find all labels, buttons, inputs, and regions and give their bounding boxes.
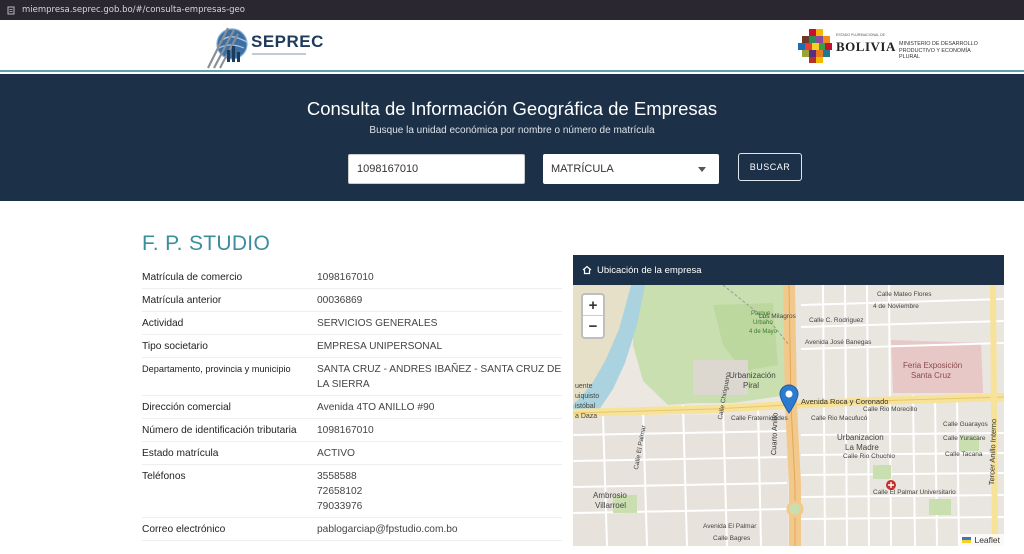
- info-value: 1098167010: [317, 272, 374, 283]
- map-label: Calle Rio Macufucó: [811, 415, 868, 422]
- info-label: Matrícula anterior: [142, 295, 222, 306]
- info-label: Departamento, provincia y municipio: [142, 364, 291, 374]
- map-label: Calle Mateo Flores: [877, 291, 932, 298]
- info-value: ACTIVO: [317, 448, 355, 459]
- bolivia-logo[interactable]: ESTADO PLURINACIONAL DE BOLIVIA MINISTER…: [798, 29, 984, 63]
- map-tiles: [573, 285, 1004, 546]
- info-value: 00036869: [317, 295, 363, 306]
- map-label: Avenida Roca y Coronado: [801, 397, 889, 406]
- search-button[interactable]: BUSCAR: [738, 153, 802, 181]
- map-label: uiquisto: [575, 393, 600, 400]
- seprec-emblem-icon: [207, 27, 248, 69]
- search-type-select[interactable]: MATRÍCULA: [543, 154, 719, 184]
- map-label: Calle Tacana: [945, 451, 983, 458]
- page-icon: [6, 5, 16, 15]
- company-info-table: Matrícula de comercio 1098167010 Matrícu…: [142, 266, 562, 541]
- map-label: Feria Exposición: [903, 361, 963, 370]
- map-label: Urbanización: [729, 371, 776, 380]
- info-value: 3558588 72658102 79033976: [317, 471, 363, 512]
- seprec-logo-underline: [252, 53, 306, 55]
- map-title: Ubicación de la empresa: [597, 264, 702, 276]
- ukraine-flag-icon: [962, 537, 972, 543]
- search-input[interactable]: [348, 154, 525, 184]
- zoom-in-button[interactable]: +: [583, 295, 603, 316]
- info-row: Estado matrícula ACTIVO: [142, 442, 562, 465]
- map-attribution[interactable]: Leaflet: [958, 534, 1004, 546]
- zoom-out-button[interactable]: −: [583, 316, 603, 337]
- map-label: Urbano: [753, 320, 773, 326]
- map-label: Calle El Palmar Universitario: [873, 489, 956, 496]
- map-label: Urbanizacion: [837, 433, 884, 442]
- bolivia-state-label: ESTADO PLURINACIONAL DE: [836, 33, 886, 37]
- map-label: Avenida José Banegas: [805, 339, 872, 346]
- info-label: Tipo societario: [142, 341, 208, 352]
- ministry-line-1: MINISTERIO DE DESARROLLO: [899, 41, 978, 47]
- map-label: Avenida El Palmar: [703, 523, 757, 530]
- map-view[interactable]: Los Milagros Parque Urbano 4 de Mayo Urb…: [573, 285, 1004, 546]
- info-value: Avenida 4TO ANILLO #90: [317, 402, 435, 413]
- map-label: Calle C. Rodriguez: [809, 317, 864, 324]
- search-banner: Consulta de Información Geográfica de Em…: [0, 74, 1024, 201]
- browser-url-bar[interactable]: miempresa.seprec.gob.bo/#/consulta-empre…: [0, 0, 1024, 20]
- location-marker-icon[interactable]: [779, 384, 799, 414]
- info-value: pablogarciap@fpstudio.com.bo: [317, 524, 458, 535]
- map-label: a Daza: [575, 413, 598, 420]
- bolivia-name: BOLIVIA: [836, 39, 896, 54]
- info-label: Número de identificación tributaria: [142, 425, 297, 436]
- home-icon: [582, 265, 592, 275]
- attribution-link[interactable]: Leaflet: [974, 535, 1000, 545]
- company-name: F. P. STUDIO: [142, 232, 271, 255]
- page-title: Consulta de Información Geográfica de Em…: [306, 98, 718, 119]
- map-label: uente: [575, 383, 593, 390]
- map-label: Villarroel: [595, 501, 626, 510]
- seprec-logo-text: SEPREC: [251, 32, 324, 51]
- zoom-control: + −: [581, 293, 605, 339]
- ministry-label: MINISTERIO DE DESARROLLO PRODUCTIVO Y EC…: [899, 41, 989, 61]
- map-label: Calle Bagres: [713, 535, 751, 542]
- info-label: Dirección comercial: [142, 402, 231, 413]
- map-label: 4 de Noviembre: [873, 303, 919, 310]
- map-label: Calle Rio Morecillo: [863, 406, 918, 413]
- info-row: Dirección comercial Avenida 4TO ANILLO #…: [142, 396, 562, 419]
- info-label: Actividad: [142, 318, 184, 329]
- map-header: Ubicación de la empresa: [573, 255, 1004, 285]
- bolivia-emblem-icon: [798, 29, 832, 63]
- info-value: SERVICIOS GENERALES: [317, 318, 438, 329]
- info-label: Teléfonos: [142, 471, 186, 482]
- map-label: Piral: [743, 381, 760, 390]
- info-value: EMPRESA UNIPERSONAL: [317, 341, 443, 352]
- info-label: Correo electrónico: [142, 524, 226, 535]
- info-label: Estado matrícula: [142, 448, 219, 459]
- map-label: Parque: [751, 311, 771, 317]
- map-label: Ambrosio: [593, 491, 627, 500]
- search-type-selected: MATRÍCULA: [551, 163, 614, 175]
- info-row: Teléfonos 3558588 72658102 79033976: [142, 465, 562, 518]
- map-label: 4 de Mayo: [749, 329, 778, 335]
- map-label: Calle Guarayos: [943, 421, 988, 428]
- info-value: 1098167010: [317, 425, 374, 436]
- info-row: Número de identificación tributaria 1098…: [142, 419, 562, 442]
- info-row: Tipo societario EMPRESA UNIPERSONAL: [142, 335, 562, 358]
- info-row: Correo electrónico pablogarciap@fpstudio…: [142, 518, 562, 541]
- page-subtitle: Busque la unidad económica por nombre o …: [369, 125, 655, 136]
- map-label: Calle Yuracare: [943, 435, 986, 442]
- info-row: Matrícula de comercio 1098167010: [142, 266, 562, 289]
- site-header: SEPREC ESTADO PLURINACIONAL DE BOLIVIA M…: [0, 20, 1024, 72]
- map-label: istóbal: [575, 403, 596, 410]
- info-row: Matrícula anterior 00036869: [142, 289, 562, 312]
- info-label: Matrícula de comercio: [142, 272, 243, 283]
- map-label: La Madre: [845, 443, 879, 452]
- info-row: Departamento, provincia y municipio SANT…: [142, 358, 562, 396]
- map-label: Calle Rio Chuchio: [843, 453, 896, 460]
- info-row: Actividad SERVICIOS GENERALES: [142, 312, 562, 335]
- url-text[interactable]: miempresa.seprec.gob.bo/#/consulta-empre…: [22, 5, 245, 15]
- map-label: Calle Fraternidades: [731, 415, 788, 422]
- chevron-down-icon: [698, 167, 706, 172]
- info-value: SANTA CRUZ - ANDRES IBAÑEZ - SANTA CRUZ …: [317, 364, 562, 390]
- map-label: Santa Cruz: [911, 371, 952, 380]
- map-panel: Ubicación de la empresa Los Milagros Par…: [573, 255, 1004, 546]
- ministry-line-2: PRODUCTIVO Y ECONOMÍA PLURAL: [899, 47, 971, 61]
